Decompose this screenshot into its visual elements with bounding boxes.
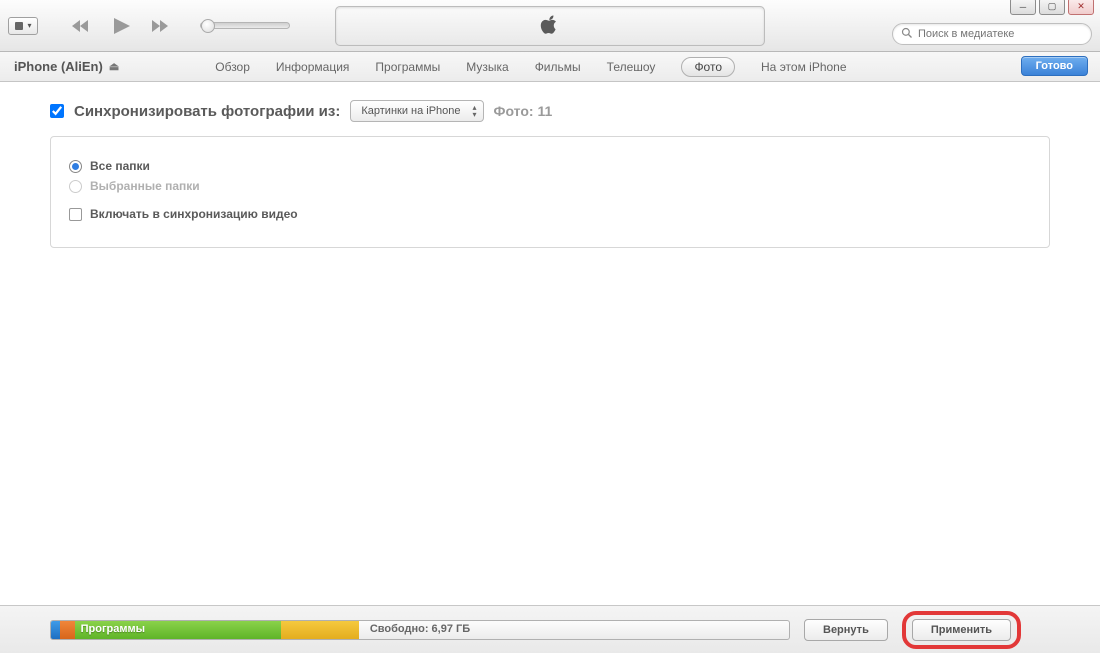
apply-highlight: Применить <box>902 611 1021 649</box>
capacity-apps-label: Программы <box>81 623 145 635</box>
device-name-label: iPhone (AliEn) <box>14 59 103 74</box>
capacity-bar[interactable]: Программы Свободно: 6,97 ГБ <box>50 620 790 640</box>
maximize-button[interactable]: ▢ <box>1039 0 1065 15</box>
search-field[interactable] <box>892 23 1092 45</box>
view-picker[interactable]: ▾ <box>8 17 38 35</box>
minimize-button[interactable]: ─ <box>1010 0 1036 15</box>
top-toolbar: ▾ ─ ▢ ✕ <box>0 0 1100 52</box>
done-button[interactable]: Готово <box>1021 56 1088 76</box>
capacity-free-label: Свободно: 6,97 ГБ <box>370 623 470 635</box>
window-controls: ─ ▢ ✕ <box>1010 0 1094 15</box>
apple-logo-icon <box>539 13 561 39</box>
radio-selected-folders-row: Выбранные папки <box>69 179 1031 193</box>
volume-slider[interactable] <box>200 22 290 29</box>
main-content: Синхронизировать фотографии из: Картинки… <box>0 82 1100 248</box>
revert-button[interactable]: Вернуть <box>804 619 888 641</box>
sync-options-box: Все папки Выбранные папки Включать в син… <box>50 136 1050 248</box>
lcd-display <box>335 6 765 46</box>
device-navbar: iPhone (AliEn) ⏏ Обзор Информация Програ… <box>0 52 1100 82</box>
sync-header: Синхронизировать фотографии из: Картинки… <box>50 100 1050 122</box>
capacity-seg-video <box>60 621 75 639</box>
radio-all-folders-row: Все папки <box>69 159 1031 173</box>
device-tabs: Обзор Информация Программы Музыка Фильмы… <box>215 57 846 77</box>
capacity-seg-apps: Программы <box>75 621 282 639</box>
tab-tvshows[interactable]: Телешоу <box>607 60 656 74</box>
sync-photos-checkbox[interactable] <box>50 104 64 118</box>
bottom-bar: Программы Свободно: 6,97 ГБ Вернуть Прим… <box>0 605 1100 653</box>
apply-button[interactable]: Применить <box>912 619 1011 641</box>
capacity-seg-other <box>281 621 358 639</box>
include-videos-row: Включать в синхронизацию видео <box>69 207 1031 221</box>
tab-music[interactable]: Музыка <box>466 60 508 74</box>
prev-button[interactable] <box>70 18 92 34</box>
radio-all-folders-label: Все папки <box>90 159 150 173</box>
radio-selected-folders-label: Выбранные папки <box>90 179 200 193</box>
volume-thumb[interactable] <box>201 19 215 33</box>
radio-selected-folders <box>69 180 82 193</box>
select-arrows-icon: ▴▾ <box>473 104 477 118</box>
photo-source-value: Картинки на iPhone <box>361 105 460 117</box>
tab-movies[interactable]: Фильмы <box>535 60 581 74</box>
search-input[interactable] <box>918 28 1083 40</box>
tab-overview[interactable]: Обзор <box>215 60 250 74</box>
next-button[interactable] <box>150 18 172 34</box>
radio-all-folders[interactable] <box>69 160 82 173</box>
capacity-seg-audio <box>51 621 60 639</box>
tab-apps[interactable]: Программы <box>375 60 440 74</box>
sync-title: Синхронизировать фотографии из: <box>74 103 340 120</box>
play-button[interactable] <box>110 16 132 36</box>
eject-icon[interactable]: ⏏ <box>109 60 119 73</box>
tab-photos[interactable]: Фото <box>681 57 735 77</box>
device-name: iPhone (AliEn) ⏏ <box>14 59 119 74</box>
include-videos-label: Включать в синхронизацию видео <box>90 207 298 221</box>
include-videos-checkbox[interactable] <box>69 208 82 221</box>
photo-count: Фото: 11 <box>494 103 553 119</box>
tab-ondevice[interactable]: На этом iPhone <box>761 60 847 74</box>
photo-source-select[interactable]: Картинки на iPhone ▴▾ <box>350 100 483 122</box>
transport-controls <box>70 16 290 36</box>
close-button[interactable]: ✕ <box>1068 0 1094 15</box>
search-icon <box>901 27 913 42</box>
tab-info[interactable]: Информация <box>276 60 349 74</box>
